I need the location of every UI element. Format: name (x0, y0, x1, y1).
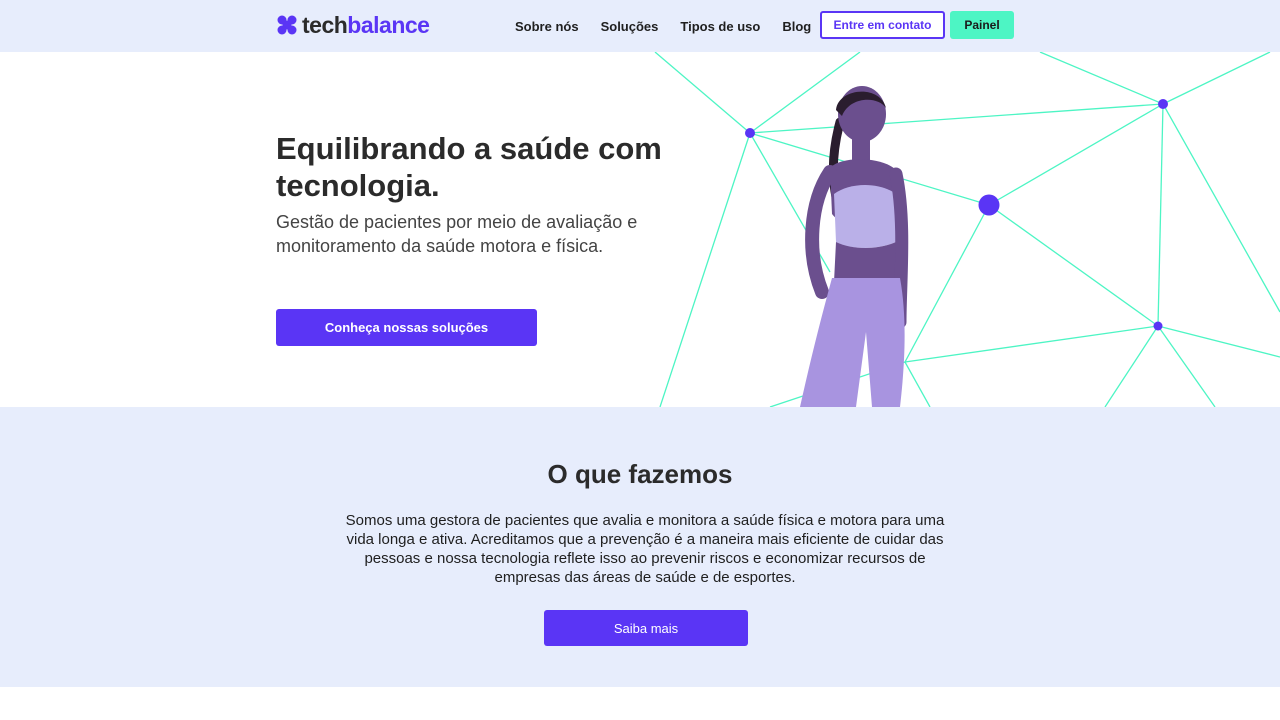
panel-button[interactable]: Painel (950, 11, 1014, 39)
main-nav: Sobre nós Soluções Tipos de uso Blog (515, 0, 833, 52)
athlete-woman-image (800, 86, 909, 407)
nav-link-tipos-de-uso[interactable]: Tipos de uso (680, 19, 760, 34)
nav-link-solucoes[interactable]: Soluções (601, 19, 659, 34)
hero-subtitle: Gestão de pacientes por meio de avaliaçã… (276, 212, 638, 256)
techbalance-logo[interactable]: techbalance (276, 11, 430, 39)
nav-link-blog[interactable]: Blog (782, 19, 811, 34)
logo-wordmark: techbalance (302, 11, 430, 39)
logo-text-tech: tech (302, 12, 348, 38)
techbalance-logo-icon (277, 15, 297, 35)
learn-more-button[interactable]: Saiba mais (544, 610, 748, 646)
nav-link-sobre-nos[interactable]: Sobre nós (515, 19, 579, 34)
top-navigation-bar: techbalance Sobre nós Soluções Tipos de … (0, 0, 1280, 52)
about-text: Somos uma gestora de pacientes que avali… (345, 512, 945, 586)
contact-button[interactable]: Entre em contato (820, 11, 945, 39)
hero-title: Equilibrando a saúde com tecnologia. (276, 131, 662, 203)
about-title: O que fazemos (547, 459, 733, 489)
page-bottom-spacer (0, 687, 1280, 720)
about-section: O que fazemos Somos uma gestora de pacie… (0, 407, 1280, 687)
logo-text-balance: balance (347, 12, 430, 38)
solutions-cta-button[interactable]: Conheça nossas soluções (276, 309, 537, 346)
hero-section: Equilibrando a saúde com tecnologia. Ges… (0, 52, 1280, 407)
